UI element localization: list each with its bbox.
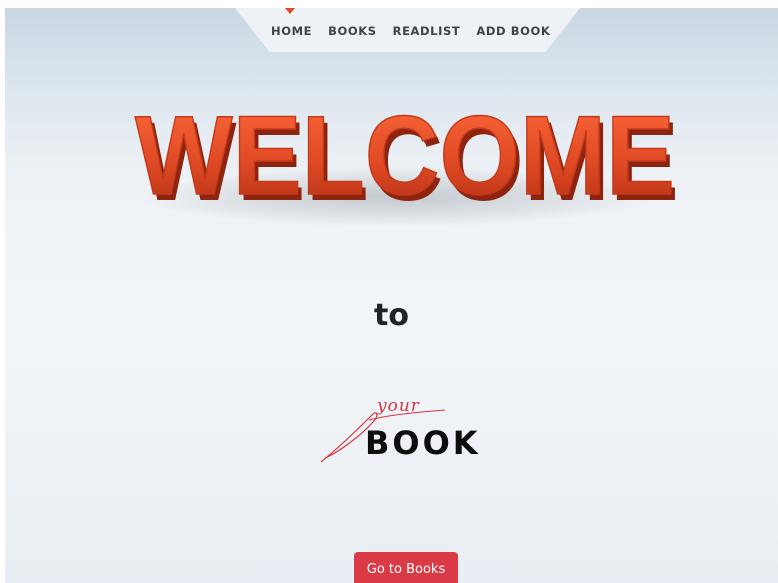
nav-add-book-link[interactable]: ADD BOOK	[476, 24, 550, 38]
welcome-3d-letters: WELCOME WELCOME	[134, 92, 679, 224]
nav-readlist-link[interactable]: READLIST	[393, 24, 461, 38]
nav-home-link[interactable]: HOME	[271, 24, 312, 38]
landing-page: HOME BOOKS READLIST ADD BOOK WELCOME WEL…	[5, 8, 778, 583]
welcome-text: WELCOME	[135, 93, 675, 218]
logo-script-text: your	[377, 396, 420, 416]
logo-word-text: BOOK	[365, 424, 481, 462]
hero-to-text: to	[374, 298, 409, 333]
nav-books-link[interactable]: BOOKS	[328, 24, 377, 38]
welcome-hero-graphic: WELCOME WELCOME	[115, 72, 695, 242]
active-nav-indicator-icon	[284, 8, 296, 14]
go-to-books-button[interactable]: Go to Books	[354, 552, 458, 583]
nav-links: HOME BOOKS READLIST ADD BOOK	[271, 24, 566, 38]
your-book-logo: your BOOK	[313, 396, 503, 476]
